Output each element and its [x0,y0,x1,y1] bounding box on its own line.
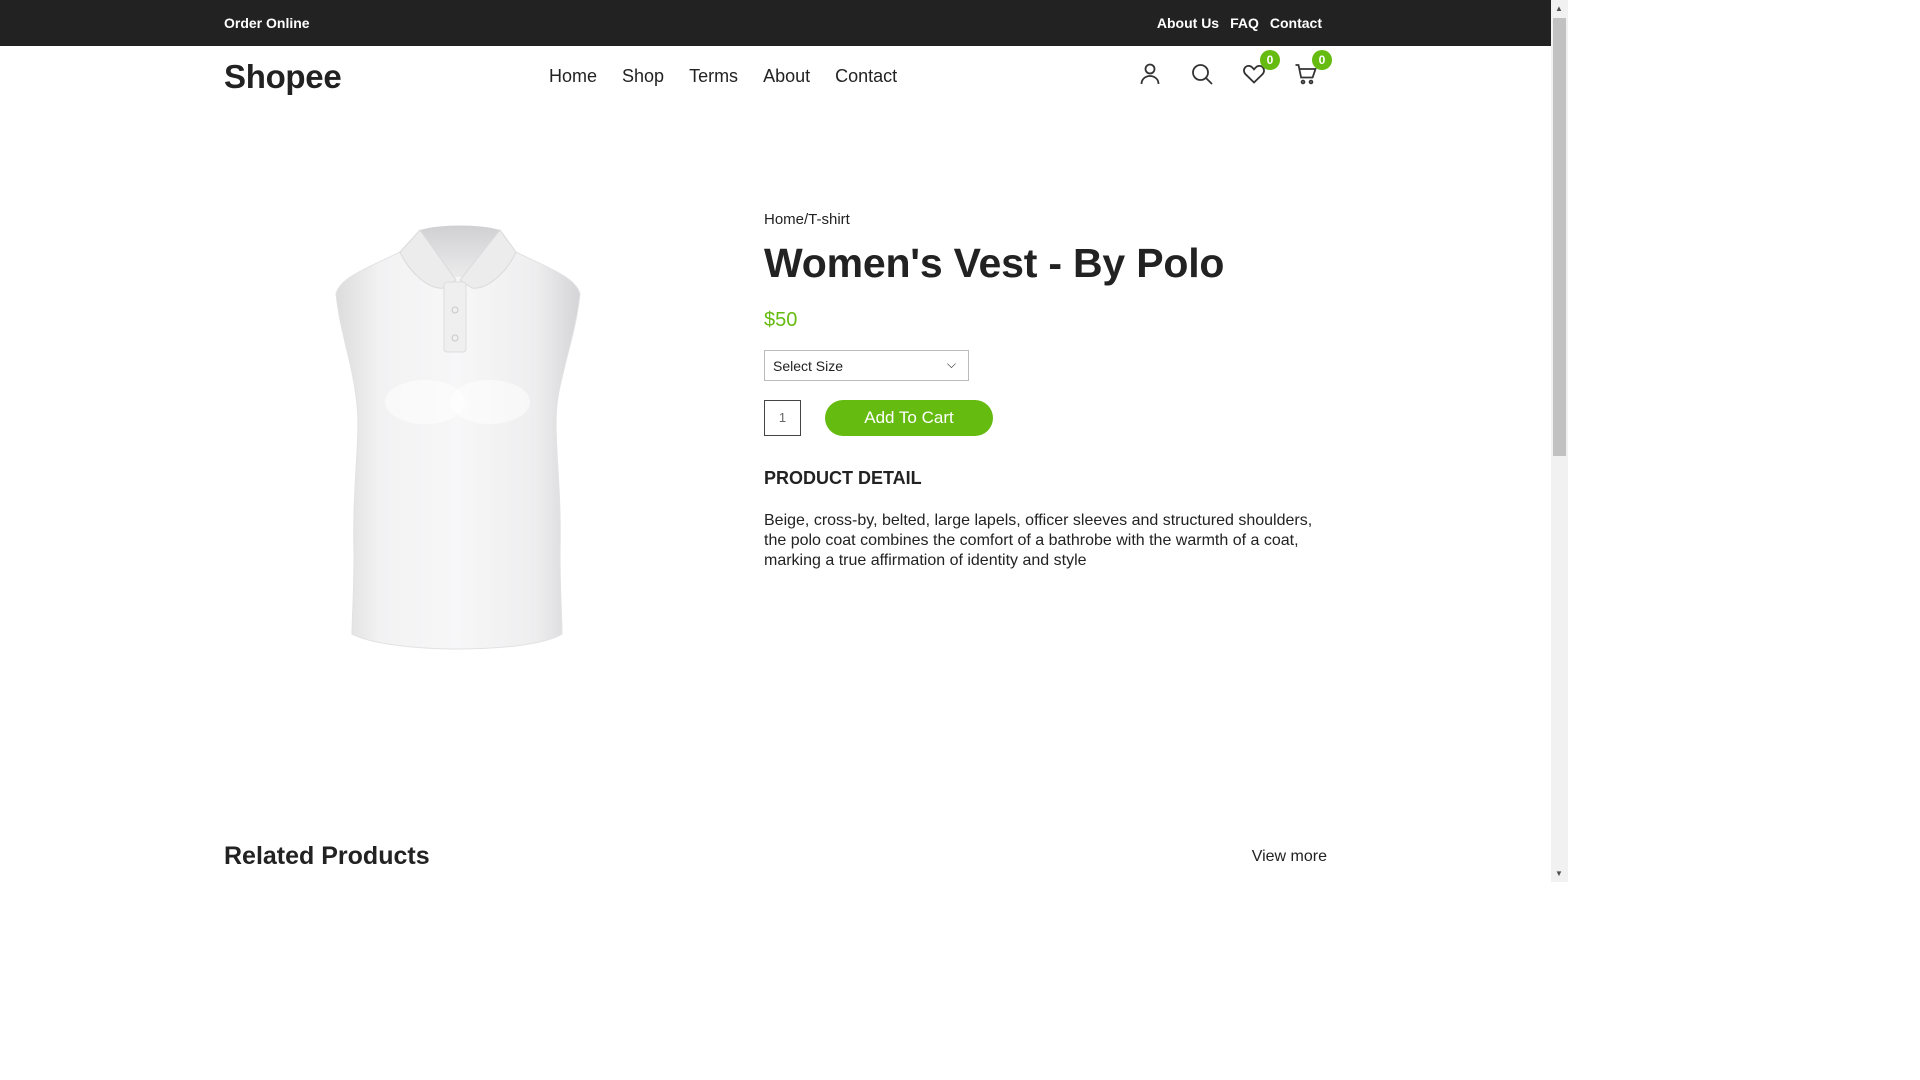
scroll-down-icon[interactable]: ▼ [1555,869,1563,878]
product-image [330,222,586,652]
product-detail-text: Beige, cross-by, belted, large lapels, o… [764,512,1313,569]
nav-about[interactable]: About [763,66,810,87]
heart-icon[interactable]: 0 [1242,50,1280,86]
order-online-text: Order Online [224,15,310,31]
size-select-value: Select Size [773,358,844,374]
product-price: $50 [764,309,798,331]
scrollbar-thumb[interactable] [1553,18,1566,456]
nav-home[interactable]: Home [549,66,597,87]
faq-link[interactable]: FAQ [1230,15,1259,31]
top-links: About Us FAQ Contact [1157,15,1322,31]
view-more-link[interactable]: View more [1252,848,1327,866]
nav-shop[interactable]: Shop [622,66,664,87]
chevron-down-icon: ⌵ [946,357,956,371]
breadcrumb[interactable]: Home/T-shirt [764,211,1334,228]
add-to-cart-button[interactable]: Add To Cart [825,400,993,436]
quantity-input[interactable]: 1 [764,400,801,436]
search-icon[interactable] [1190,62,1214,86]
site-header: Shopee Home Shop Terms About Contact 0 0 [0,46,1551,108]
header-icons: 0 0 [1138,50,1332,86]
contact-link[interactable]: Contact [1270,15,1322,31]
nav-terms[interactable]: Terms [689,66,738,87]
user-icon[interactable] [1138,62,1162,86]
product-title: Women's Vest - By Polo [764,240,1225,286]
product-detail-heading: PRODUCT DETAIL [764,468,922,488]
wishlist-count-badge: 0 [1260,50,1280,70]
main-nav: Home Shop Terms About Contact [549,66,897,87]
product-details: Home/T-shirt Women's Vest - By Polo $50 … [764,208,1334,571]
cart-icon[interactable]: 0 [1294,50,1332,86]
cart-row: 1 Add To Cart [764,400,1334,436]
nav-contact[interactable]: Contact [835,66,897,87]
about-us-link[interactable]: About Us [1157,15,1219,31]
scroll-up-icon[interactable]: ▲ [1555,4,1563,13]
size-select[interactable]: Select Size ⌵ [764,350,969,381]
logo[interactable]: Shopee [224,58,342,96]
scrollbar[interactable]: ▲ ▼ [1551,0,1568,882]
top-bar: Order Online About Us FAQ Contact [0,0,1551,46]
related-products-heading: Related Products [224,842,430,870]
cart-count-badge: 0 [1312,50,1332,70]
